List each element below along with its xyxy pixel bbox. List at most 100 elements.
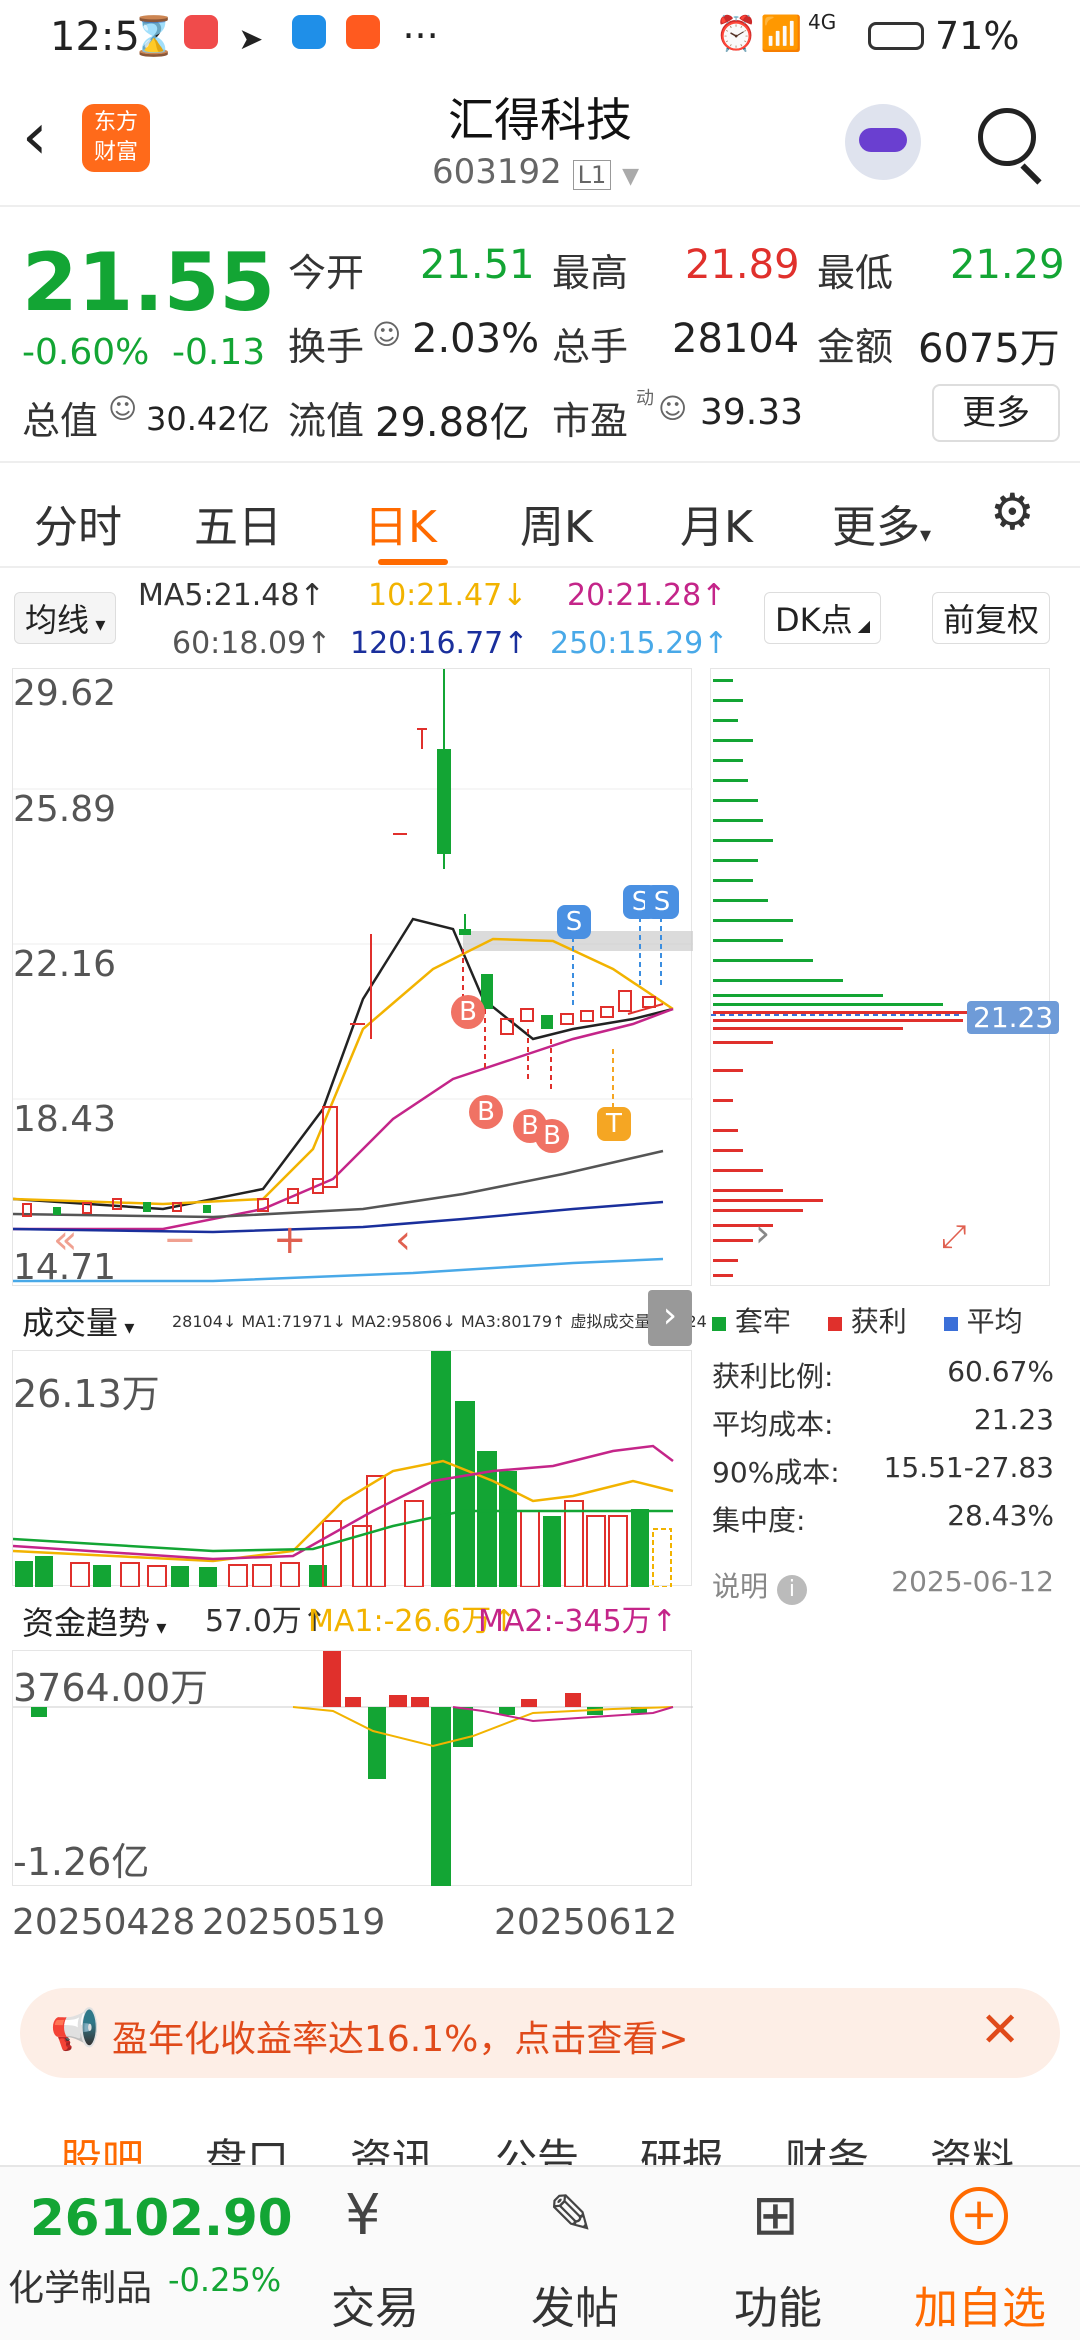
- expand-panel-icon[interactable]: ›: [648, 1290, 692, 1346]
- functions-icon[interactable]: ⊞: [752, 2183, 799, 2248]
- active-tab-indicator: [378, 559, 448, 565]
- tab-weekly-k[interactable]: 周K: [520, 491, 593, 555]
- notification-icons: ⌛ ➤ ···: [130, 14, 439, 58]
- date-axis: 20250428 20250519 20250612: [12, 1886, 692, 1976]
- open-value: 21.51: [420, 242, 535, 288]
- period-tabs: 分时 五日 日K 周K 月K 更多▾ ⚙: [0, 463, 1080, 568]
- promo-banner[interactable]: 📢 盈年化收益率达16.1%，点击查看> ✕: [20, 1988, 1060, 2078]
- float-value: 29.88亿: [375, 400, 530, 446]
- nav-add-watchlist[interactable]: 加自选: [900, 2272, 1060, 2336]
- change-amount: -0.13: [172, 332, 266, 373]
- info-icon[interactable]: ☺: [108, 392, 137, 425]
- high-value: 21.89: [685, 242, 800, 288]
- pe-value: 39.33: [700, 392, 804, 433]
- tab-intraday[interactable]: 分时: [34, 491, 122, 555]
- rewind-icon[interactable]: «: [53, 1217, 77, 1263]
- tab-more[interactable]: 更多▾: [832, 491, 931, 555]
- date-label: 20250428: [12, 1902, 196, 1943]
- buy-marker[interactable]: B: [469, 1095, 503, 1129]
- app-icon-red: [184, 15, 219, 49]
- forward-adjust-button[interactable]: 前复权: [932, 592, 1051, 644]
- chip-stat-row: 获利比例: 60.67%: [712, 1355, 1054, 1393]
- chip-distribution-chart[interactable]: 21.23 › ⤢: [710, 668, 1060, 1286]
- level-badge: L1: [572, 160, 612, 190]
- ma-selector[interactable]: 均线 ▾: [14, 592, 117, 644]
- tab-announcements[interactable]: 公告: [495, 2126, 579, 2165]
- stock-header: ‹ 东方 财富 汇得科技 603192 L1 ▼: [0, 72, 1080, 207]
- expand-icon[interactable]: ⤢: [941, 1217, 967, 1256]
- chip-note-row[interactable]: 说明 i 2025-06-12: [712, 1565, 1054, 1613]
- profit-bars: [713, 1011, 973, 1277]
- high-label: 最高: [552, 251, 629, 295]
- tab-guba[interactable]: 股吧: [60, 2126, 144, 2165]
- price-axis-label: 22.16: [13, 944, 117, 985]
- bottom-nav: 26102.90 化学制品 -0.25% ¥ 交易 ✎ 发帖 ⊞ 功能 + 加自…: [0, 2165, 1080, 2340]
- legend-average: 平均: [966, 1305, 1023, 1338]
- settings-gear-icon[interactable]: ⚙: [990, 483, 1035, 541]
- battery-level: 71%: [935, 14, 1020, 58]
- zoom-in-icon[interactable]: +: [273, 1217, 307, 1263]
- nav-trade[interactable]: 交易: [295, 2272, 455, 2336]
- ma20-value: 20:21.28↑: [567, 578, 727, 613]
- buy-marker[interactable]: B: [535, 1119, 569, 1153]
- t-marker[interactable]: T: [597, 1107, 631, 1141]
- change-percent: -0.60%: [22, 332, 150, 373]
- info-icon[interactable]: ☺: [372, 318, 401, 351]
- tab-finance[interactable]: 财务: [785, 2126, 869, 2165]
- ma120-value: 120:16.77↑: [350, 626, 529, 661]
- quote-panel: 21.55 -0.60% -0.13 今开 21.51 最高 21.89 最低 …: [0, 208, 1080, 463]
- amount-value: 6075万: [918, 326, 1060, 372]
- chip-legend: 套牢 获利 平均: [712, 1300, 1023, 1340]
- robot-avatar[interactable]: [845, 104, 921, 180]
- turnover-value: 2.03%: [412, 316, 540, 362]
- fund-trend-selector[interactable]: 资金趋势 ▾: [12, 1596, 177, 1646]
- nav-functions[interactable]: 功能: [698, 2272, 858, 2336]
- nav-post[interactable]: 发帖: [495, 2272, 655, 2336]
- content-tabs: 股吧 盘口 资讯 公告 研报 财务 资料: [0, 2120, 1080, 2165]
- turnover-label: 换手: [288, 325, 365, 369]
- taobao-icon: [346, 15, 381, 49]
- prev-icon[interactable]: ‹: [395, 1217, 411, 1263]
- tab-news[interactable]: 资讯: [350, 2126, 434, 2165]
- close-icon[interactable]: ✕: [980, 2002, 1020, 2058]
- info-icon[interactable]: ☺: [658, 392, 687, 425]
- sector-name[interactable]: 化学制品: [8, 2259, 152, 2311]
- next-icon[interactable]: ›: [755, 1211, 770, 1255]
- volume-max-label: 26.13万: [13, 1372, 160, 1416]
- tab-profile[interactable]: 资料: [930, 2126, 1014, 2165]
- tab-monthly-k[interactable]: 月K: [680, 491, 753, 555]
- tab-pankou[interactable]: 盘口: [205, 2126, 289, 2165]
- mcap-label: 总值: [22, 399, 99, 443]
- trapped-bars: [713, 679, 943, 1006]
- more-icon: ···: [402, 14, 439, 58]
- sector-index-value[interactable]: 26102.90: [30, 2189, 293, 2247]
- post-icon[interactable]: ✎: [548, 2183, 595, 2248]
- pe-label: 市盈: [552, 399, 629, 443]
- chip-stat-row: 集中度: 28.43%: [712, 1499, 1054, 1537]
- buy-marker[interactable]: B: [451, 995, 485, 1029]
- legend-profit: 获利: [850, 1305, 907, 1338]
- ma250-value: 250:15.29↑: [550, 626, 729, 661]
- volume-chart: 26.13万: [12, 1350, 692, 1587]
- dk-point-selector[interactable]: DK点 ◢: [764, 592, 882, 644]
- tab-daily-k[interactable]: 日K: [364, 491, 437, 555]
- sell-marker[interactable]: S: [645, 885, 679, 919]
- volume-selector[interactable]: 成交量 ▾: [12, 1296, 145, 1346]
- tab-five-day[interactable]: 五日: [194, 491, 282, 555]
- battery-icon: [868, 22, 924, 50]
- trade-icon[interactable]: ¥: [345, 2183, 381, 2248]
- tab-research[interactable]: 研报: [640, 2126, 724, 2165]
- stock-code: 603192: [432, 152, 562, 192]
- fund-min-label: -1.26亿: [13, 1840, 150, 1884]
- sell-marker[interactable]: S: [557, 905, 591, 939]
- kline-chart[interactable]: 29.62 25.89 22.16 18.43 14.71 B B B B S …: [12, 668, 693, 1288]
- promo-text: 盈年化收益率达16.1%，点击查看>: [112, 2019, 689, 2060]
- zoom-out-icon[interactable]: −: [163, 1217, 197, 1263]
- more-button[interactable]: 更多: [932, 384, 1060, 442]
- add-watchlist-icon[interactable]: +: [950, 2187, 1008, 2245]
- search-icon[interactable]: [978, 108, 1036, 166]
- volume-stats: 28104↓ MA1:71971↓ MA2:95806↓ MA3:80179↑ …: [172, 1312, 707, 1331]
- low-value: 21.29: [950, 242, 1065, 288]
- ma10-value: 10:21.47↓: [368, 578, 528, 613]
- stock-code-row[interactable]: 603192 L1 ▼: [432, 152, 639, 192]
